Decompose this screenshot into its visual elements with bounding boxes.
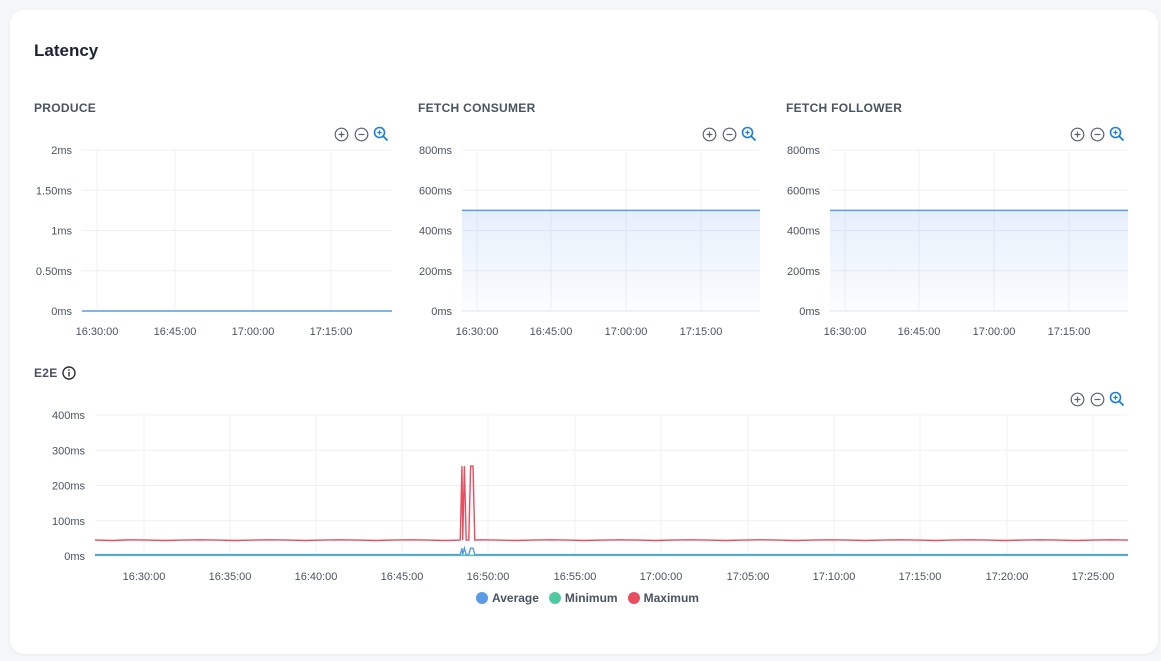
fetch-follower-title: FETCH FOLLOWER xyxy=(786,101,903,115)
legend-dot-maximum xyxy=(627,592,640,604)
zoom-in-icon[interactable] xyxy=(333,126,349,142)
legend-dot-minimum xyxy=(548,592,561,604)
legend-item-average[interactable]: Average xyxy=(476,591,539,605)
fetch-consumer-toolbar xyxy=(701,126,757,142)
fetch-follower-toolbar xyxy=(1069,126,1125,142)
e2e-title: E2E xyxy=(34,366,58,380)
legend-label: Maximum xyxy=(643,591,699,605)
zoom-in-icon[interactable] xyxy=(701,126,717,142)
legend-dot-average xyxy=(476,592,488,604)
legend-item-minimum[interactable]: Minimum xyxy=(548,591,618,605)
e2e-toolbar xyxy=(1069,391,1125,407)
zoom-reset-icon[interactable] xyxy=(1109,391,1125,407)
zoom-reset-icon[interactable] xyxy=(1109,126,1125,142)
legend-label: Average xyxy=(492,591,539,605)
page-title: Latency xyxy=(34,41,99,60)
zoom-in-icon[interactable] xyxy=(1069,391,1085,407)
zoom-out-icon[interactable] xyxy=(1089,391,1105,407)
fetch-consumer-title: FETCH CONSUMER xyxy=(418,101,536,115)
zoom-reset-icon[interactable] xyxy=(373,126,389,142)
zoom-out-icon[interactable] xyxy=(353,126,369,142)
latency-card xyxy=(10,10,1158,654)
zoom-out-icon[interactable] xyxy=(721,126,737,142)
info-icon[interactable] xyxy=(62,366,76,385)
zoom-out-icon[interactable] xyxy=(1089,126,1105,142)
produce-toolbar xyxy=(333,126,389,142)
legend-label: Minimum xyxy=(564,591,618,605)
zoom-reset-icon[interactable] xyxy=(741,126,757,142)
e2e-legend: Average Minimum Maximum xyxy=(476,591,699,605)
zoom-in-icon[interactable] xyxy=(1069,126,1085,142)
legend-item-maximum[interactable]: Maximum xyxy=(627,591,699,605)
produce-title: PRODUCE xyxy=(34,101,97,115)
